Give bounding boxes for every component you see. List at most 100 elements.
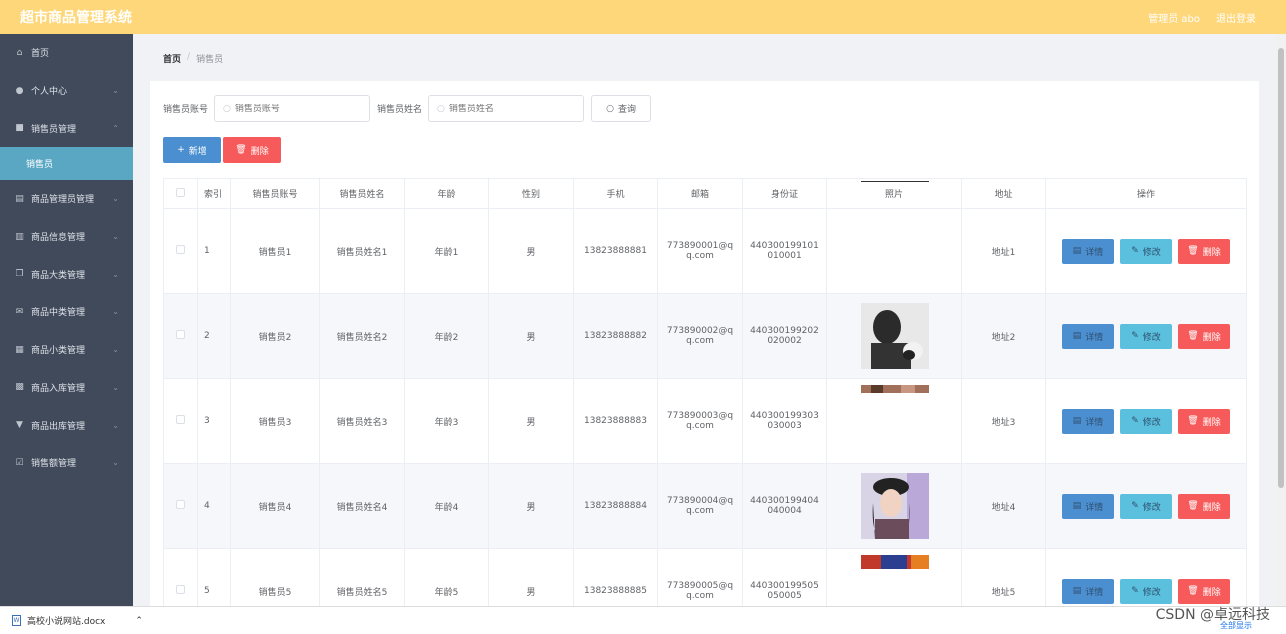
id-line: 440300199505	[750, 581, 819, 591]
delete-label: 删除	[1202, 587, 1221, 598]
delete-button[interactable]: 🗑 删除	[1178, 323, 1230, 349]
column-header: 邮箱	[657, 178, 743, 209]
sidebar-item-category-medium[interactable]: ✉ 商品中类管理 ⌄	[0, 293, 133, 331]
email-line: 773890002@q	[666, 326, 734, 336]
sidebar-item-product-info[interactable]: ▥ 商品信息管理 ⌄	[0, 218, 133, 256]
trash-icon: 🗑	[1187, 246, 1199, 256]
detail-button[interactable]: ▤ 详情	[1062, 323, 1114, 349]
cell-actions: ▤ 详情 ✎ 修改 🗑 删除	[1045, 548, 1247, 606]
column-header: 操作	[1045, 178, 1247, 209]
cell-actions: ▤ 详情 ✎ 修改 🗑 删除	[1045, 293, 1247, 379]
detail-button[interactable]: ▤ 详情	[1062, 238, 1114, 264]
top-header: 超市商品管理系统 管理员 abo 退出登录	[0, 0, 1286, 34]
batch-delete-button[interactable]: 🗑 删除	[223, 137, 281, 163]
delete-button[interactable]: 🗑 删除	[1178, 238, 1230, 264]
cell-email: 773890003@q q.com	[657, 378, 743, 464]
edit-button[interactable]: ✎ 修改	[1120, 578, 1172, 604]
trash-icon: 🗑	[235, 145, 247, 155]
add-button[interactable]: + 新增	[163, 137, 221, 163]
app-title: 超市商品管理系统	[20, 10, 132, 26]
select-all-cell[interactable]	[163, 178, 198, 209]
sidebar-item-profile[interactable]: ● 个人中心 ⌄	[0, 72, 133, 110]
column-header: 手机	[573, 178, 658, 209]
account-search-input[interactable]	[234, 103, 355, 114]
photo-image	[861, 303, 929, 369]
main-content: 首页 / 销售员 销售员账号 ○ 销售员姓名 ○ ○ 查询 + 新增	[133, 34, 1276, 606]
delete-button[interactable]: 🗑 删除	[1178, 578, 1230, 604]
sidebar-item-label: 销售员	[26, 160, 54, 171]
chevron-down-icon: ⌄	[112, 232, 119, 242]
query-button[interactable]: ○ 查询	[591, 95, 652, 122]
row-select-cell	[163, 208, 198, 294]
photo-image	[861, 181, 929, 182]
chevron-up-icon[interactable]: ⌃	[135, 616, 143, 626]
sidebar-item-label: 商品大类管理	[31, 270, 86, 281]
mail-icon: ✉	[15, 306, 24, 317]
sidebar-item-label: 首页	[31, 49, 50, 60]
cell-email: 773890004@q q.com	[657, 463, 743, 549]
scrollbar-thumb[interactable]	[1278, 48, 1284, 488]
select-all-checkbox[interactable]	[176, 187, 185, 197]
cell-age: 年龄3	[404, 378, 489, 464]
action-row: + 新增 🗑 删除	[163, 137, 281, 163]
photo-image	[861, 473, 929, 539]
cell-gender: 男	[488, 293, 574, 379]
sidebar-item-home[interactable]: ⌂ 首页	[0, 34, 133, 72]
cell-account: 销售员4	[230, 463, 320, 549]
cell-photo	[826, 378, 962, 464]
column-header: 销售员姓名	[319, 178, 405, 209]
cell-address: 地址3	[961, 378, 1046, 464]
trash-icon: 🗑	[1187, 586, 1199, 596]
edit-button[interactable]: ✎ 修改	[1120, 493, 1172, 519]
edit-label: 修改	[1142, 247, 1161, 258]
edit-button[interactable]: ✎ 修改	[1120, 238, 1172, 264]
cell-phone: 13823888883	[573, 378, 658, 464]
delete-button[interactable]: 🗑 删除	[1178, 493, 1230, 519]
id-line: 020002	[767, 336, 802, 346]
edit-button[interactable]: ✎ 修改	[1120, 408, 1172, 434]
cell-id: 440300199404 040004	[742, 463, 827, 549]
detail-button[interactable]: ▤ 详情	[1062, 493, 1114, 519]
add-button-label: 新增	[188, 146, 207, 157]
account-search-field[interactable]: ○	[214, 95, 371, 122]
breadcrumb-current: 销售员	[196, 55, 224, 65]
sidebar-item-stock-out[interactable]: ▼ 商品出库管理 ⌄	[0, 406, 133, 444]
pencil-icon: ✎	[1131, 246, 1139, 256]
name-search-field[interactable]: ○	[428, 95, 585, 122]
sidebar-item-sales[interactable]: ☑ 销售额管理 ⌄	[0, 444, 133, 482]
edit-button[interactable]: ✎ 修改	[1120, 323, 1172, 349]
doc-icon: ▤	[1072, 246, 1082, 256]
sidebar-item-label: 商品信息管理	[31, 233, 86, 244]
user-icon: ●	[15, 85, 24, 96]
row-checkbox[interactable]	[176, 330, 185, 339]
sidebar-item-salesperson[interactable]: 销售员	[0, 147, 133, 181]
row-checkbox[interactable]	[176, 415, 185, 424]
download-item[interactable]: W 高校小说网站.docx ⌃	[12, 614, 152, 627]
sidebar-item-category-small[interactable]: ▦ 商品小类管理 ⌄	[0, 331, 133, 369]
cell-gender: 男	[488, 548, 574, 606]
table-row: 1 销售员1 销售员姓名1 年龄1 男 13823888881 77389000…	[163, 181, 1247, 294]
row-checkbox[interactable]	[176, 585, 185, 594]
delete-label: 删除	[1202, 417, 1221, 428]
sidebar-item-label: 商品中类管理	[31, 308, 86, 319]
sidebar-item-stock-in[interactable]: ▩ 商品入库管理 ⌄	[0, 369, 133, 407]
page-scrollbar[interactable]	[1276, 34, 1286, 606]
cell-index: 5	[197, 548, 231, 606]
logout-link[interactable]: 退出登录	[1216, 10, 1256, 25]
detail-button[interactable]: ▤ 详情	[1062, 578, 1114, 604]
email-line: 773890001@q	[666, 241, 734, 251]
sidebar-item-label: 商品小类管理	[31, 346, 86, 357]
sidebar-item-salesperson-mgmt[interactable]: ■ 销售员管理 ⌃	[0, 109, 133, 147]
name-search-input[interactable]	[448, 103, 569, 114]
cell-actions: ▤ 详情 ✎ 修改 🗑 删除	[1045, 378, 1247, 464]
row-checkbox[interactable]	[176, 245, 185, 254]
breadcrumb-home[interactable]: 首页	[163, 52, 181, 65]
delete-button[interactable]: 🗑 删除	[1178, 408, 1230, 434]
cell-account: 销售员5	[230, 548, 320, 606]
detail-button[interactable]: ▤ 详情	[1062, 408, 1114, 434]
row-checkbox[interactable]	[176, 500, 185, 509]
breadcrumb: 首页 / 销售员	[163, 52, 223, 65]
email-line: q.com	[686, 506, 714, 516]
sidebar-item-product-admin[interactable]: ▤ 商品管理员管理 ⌄	[0, 180, 133, 218]
sidebar-item-category-large[interactable]: ❐ 商品大类管理 ⌄	[0, 255, 133, 293]
